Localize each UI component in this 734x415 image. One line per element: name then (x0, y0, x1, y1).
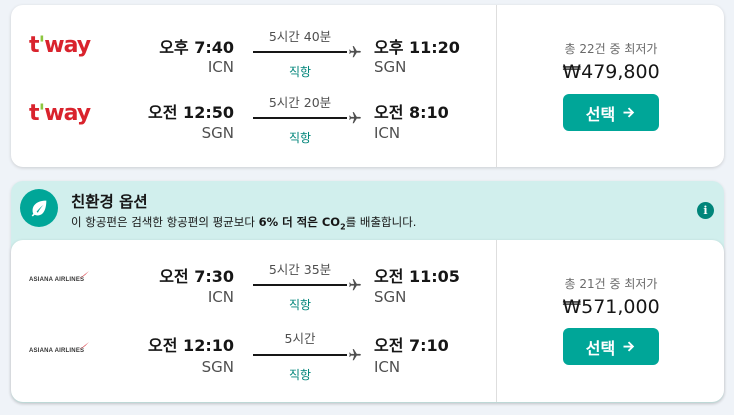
asiana-logo-text: ASIANA AIRLINES (29, 277, 85, 283)
eco-title: 친환경 옵션 (71, 193, 148, 211)
arrival-airport: ICN (374, 124, 401, 142)
departure-time: 오전 12:10 (148, 336, 234, 355)
price-column: 총 21건 중 최저가 ₩571,000 선택 (496, 240, 724, 402)
arrival-time: 오후 11:20 (374, 38, 460, 57)
departure-airport: ICN (207, 288, 234, 306)
eco-desc-highlight: 6% 더 적은 CO2 (258, 215, 346, 231)
flight-duration: 5시간 35분 (268, 262, 332, 277)
provider-count: 총 21건 중 최저가 (564, 277, 658, 291)
departure-time: 오전 7:30 (159, 267, 234, 286)
departure-time: 오전 12:50 (148, 103, 234, 122)
asiana-logo: ASIANA AIRLINES (29, 271, 89, 283)
return-leg: ASIANA AIRLINES 오전 12:10 SGN 5시간 직항 오전 7… (11, 324, 501, 394)
price: ₩571,000 (562, 296, 660, 318)
arrival-airport: SGN (374, 288, 407, 306)
flight-duration: 5시간 (284, 331, 316, 346)
outbound-leg: ASIANA AIRLINES 오전 7:30 ICN 5시간 35분 직항 오… (11, 254, 501, 324)
select-button-label: 선택 (585, 104, 616, 124)
eco-desc-highlight-text: 6% 더 적은 CO (258, 215, 341, 229)
eco-desc-prefix: 이 항공편은 검색한 항공편의 평균보다 (71, 215, 259, 229)
route-line (253, 51, 347, 53)
price-column: 총 22건 중 최저가 ₩479,800 선택 (496, 5, 724, 167)
route-line (253, 117, 347, 119)
departure-airport: SGN (201, 124, 234, 142)
plane-icon (349, 46, 361, 58)
plane-icon (349, 279, 361, 291)
stops-label: 직항 (288, 368, 312, 382)
arrival-airport: SGN (374, 58, 407, 76)
departure-airport: SGN (201, 358, 234, 376)
route-line (253, 354, 347, 356)
price: ₩479,800 (562, 61, 660, 83)
departure-time: 오후 7:40 (159, 38, 234, 57)
arrival-time: 오전 7:10 (374, 336, 449, 355)
departure-airport: ICN (207, 58, 234, 76)
plane-icon (349, 349, 361, 361)
arrival-airport: ICN (374, 358, 401, 376)
tway-logo: t'way (29, 33, 91, 58)
flight-result-card[interactable]: t'way 오후 7:40 ICN 5시간 40분 직항 오후 11:20 SG… (11, 5, 724, 167)
asiana-logo: ASIANA AIRLINES (29, 342, 89, 354)
stops-label: 직항 (288, 131, 312, 145)
flight-duration: 5시간 40분 (268, 29, 332, 44)
arrow-right-icon (623, 107, 635, 118)
arrow-right-icon (623, 341, 635, 352)
provider-count: 총 22건 중 최저가 (564, 42, 658, 56)
info-icon[interactable]: i (697, 202, 714, 219)
eco-description: 이 항공편은 검색한 항공편의 평균보다 6% 더 적은 CO2를 배출합니다. (71, 214, 416, 231)
flight-duration: 5시간 20분 (268, 95, 332, 110)
plane-icon (349, 112, 361, 124)
eco-desc-suffix: 를 배출합니다. (345, 215, 417, 229)
select-button[interactable]: 선택 (563, 328, 659, 365)
outbound-leg: t'way 오후 7:40 ICN 5시간 40분 직항 오후 11:20 SG… (11, 19, 501, 89)
stops-label: 직항 (288, 298, 312, 312)
select-button[interactable]: 선택 (563, 94, 659, 131)
asiana-logo-text: ASIANA AIRLINES (29, 348, 85, 354)
stops-label: 직항 (288, 65, 312, 79)
flight-result-card[interactable]: ASIANA AIRLINES 오전 7:30 ICN 5시간 35분 직항 오… (11, 240, 724, 402)
return-leg: t'way 오전 12:50 SGN 5시간 20분 직항 오전 8:10 IC… (11, 89, 501, 159)
tway-logo: t'way (29, 101, 91, 126)
route-line (253, 284, 347, 286)
leaf-icon (20, 189, 58, 227)
arrival-time: 오전 8:10 (374, 103, 449, 122)
arrival-time: 오전 11:05 (374, 267, 460, 286)
select-button-label: 선택 (585, 338, 616, 358)
